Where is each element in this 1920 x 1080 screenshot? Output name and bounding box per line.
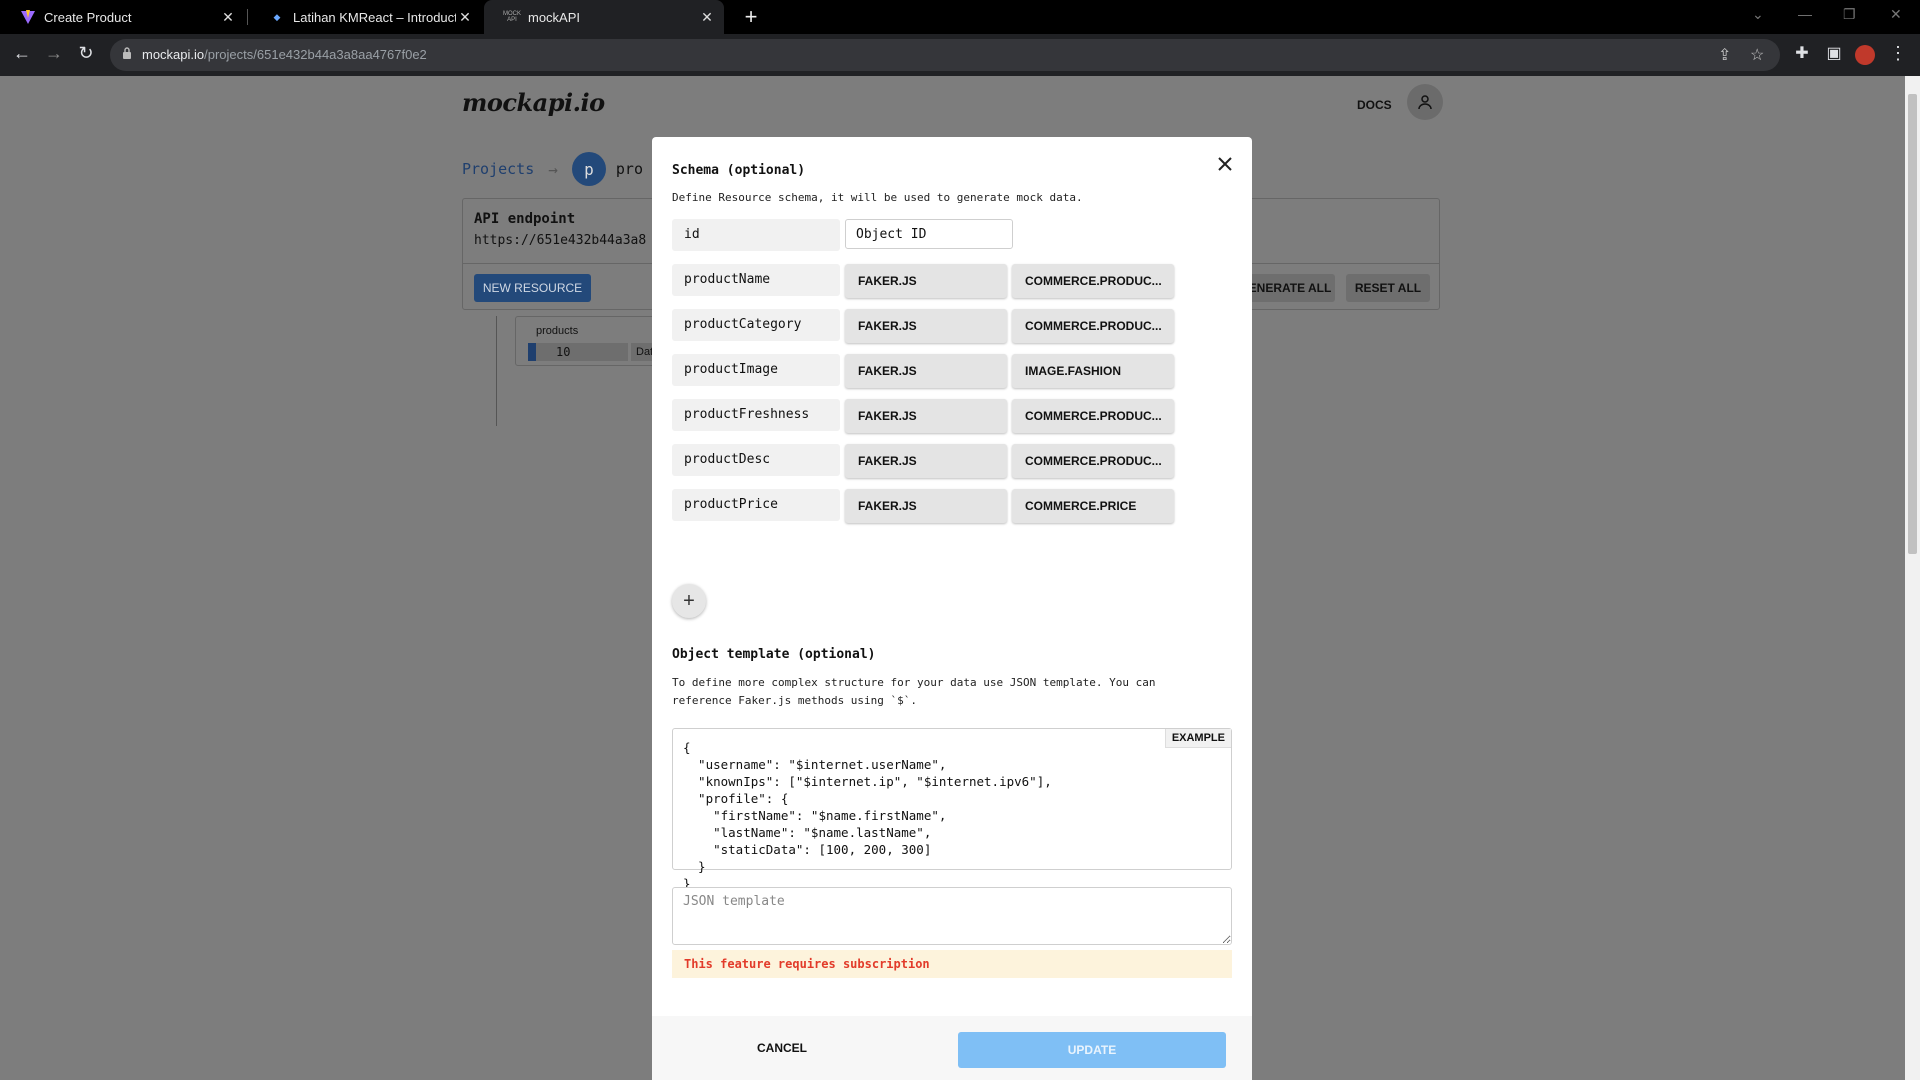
kampus-merdeka-icon: ◆: [273, 11, 281, 22]
field-name-input[interactable]: productPrice: [672, 489, 840, 521]
tab-title: Latihan KMReact – Introduction: [293, 9, 456, 25]
breadcrumb: Projects → p pro: [462, 152, 643, 186]
restore-icon[interactable]: ❐: [1843, 6, 1856, 23]
api-endpoint-title: API endpoint: [474, 211, 576, 227]
tab-separator: [247, 9, 248, 25]
resource-card[interactable]: products 10 Dat: [515, 316, 675, 366]
user-icon: [1418, 95, 1432, 110]
lock-icon: [123, 47, 131, 59]
method-select[interactable]: IMAGE.FASHION: [1012, 354, 1174, 388]
close-icon[interactable]: ✕: [219, 9, 237, 26]
update-button[interactable]: UPDATE: [958, 1032, 1226, 1068]
field-name-input[interactable]: productDesc: [672, 444, 840, 476]
reset-all-button[interactable]: RESET ALL: [1346, 274, 1430, 302]
generator-select[interactable]: FAKER.JS: [845, 354, 1007, 388]
resource-name: products: [536, 325, 579, 337]
modal-footer: CANCEL UPDATE: [652, 1016, 1252, 1080]
field-name-input[interactable]: productName: [672, 264, 840, 296]
generate-all-button[interactable]: ENERATE ALL: [1245, 274, 1335, 302]
generator-select[interactable]: FAKER.JS: [845, 309, 1007, 343]
close-icon[interactable]: ✕: [456, 9, 474, 26]
breadcrumb-project-name: pro: [615, 160, 643, 178]
window-close-icon[interactable]: ✕: [1890, 6, 1902, 23]
breadcrumb-projects-link[interactable]: Projects: [462, 160, 534, 178]
method-select[interactable]: COMMERCE.PRODUC...: [1012, 444, 1174, 478]
tab-mockapi[interactable]: MOCK API mockAPI ✕: [484, 0, 724, 34]
generator-select[interactable]: FAKER.JS: [845, 444, 1007, 478]
resource-count: 10: [556, 345, 571, 359]
arrow-right-icon: →: [548, 159, 558, 179]
schema-title: Schema (optional): [672, 163, 806, 178]
tab-create-product[interactable]: Create Product ✕: [0, 0, 245, 34]
cancel-button[interactable]: CANCEL: [732, 1032, 832, 1064]
generator-select[interactable]: FAKER.JS: [845, 264, 1007, 298]
id-type-select[interactable]: Object ID: [845, 219, 1013, 249]
generator-select[interactable]: FAKER.JS: [845, 399, 1007, 433]
slider-fill: [528, 343, 536, 361]
field-name-input[interactable]: id: [672, 219, 840, 251]
generator-select[interactable]: FAKER.JS: [845, 489, 1007, 523]
json-example-code: { "username": "$internet.userName", "kno…: [683, 740, 1052, 891]
tab-title: mockAPI: [528, 9, 581, 25]
url-text: mockapi.io/projects/651e432b44a3a8aa4767…: [142, 47, 427, 62]
browser-toolbar: ← → ↻ mockapi.io/projects/651e432b44a3a8…: [0, 34, 1920, 76]
user-avatar[interactable]: [1407, 84, 1443, 120]
tree-line: [496, 316, 497, 426]
vite-icon: [20, 9, 36, 25]
json-template-input[interactable]: [672, 887, 1232, 945]
field-name-input[interactable]: productFreshness: [672, 399, 840, 431]
tab-title: Create Product: [44, 9, 132, 25]
share-icon[interactable]: ⇪: [1718, 45, 1731, 65]
close-icon[interactable]: ✕: [698, 9, 716, 26]
example-badge: EXAMPLE: [1164, 729, 1231, 748]
schema-description: Define Resource schema, it will be used …: [672, 191, 1083, 204]
tab-latihan-kmreact[interactable]: ◆ Latihan KMReact – Introduction ✕: [249, 0, 482, 34]
mockapi-favicon-icon: MOCK API: [503, 11, 521, 23]
close-icon[interactable]: [1216, 155, 1234, 173]
object-template-title: Object template (optional): [672, 647, 876, 662]
subscription-warning: This feature requires subscription: [672, 950, 1232, 978]
profile-avatar-icon[interactable]: [1855, 45, 1875, 65]
reload-icon[interactable]: ↻: [74, 43, 98, 64]
page-scrollbar[interactable]: [1905, 76, 1920, 1080]
back-arrow-icon[interactable]: ←: [10, 43, 34, 64]
object-template-description: To define more complex structure for you…: [672, 676, 1156, 707]
field-name-input[interactable]: productImage: [672, 354, 840, 386]
new-tab-button[interactable]: +: [738, 4, 764, 30]
address-bar[interactable]: mockapi.io/projects/651e432b44a3a8aa4767…: [110, 39, 1780, 71]
resource-count-slider[interactable]: [528, 343, 628, 361]
tab-search-icon[interactable]: ⌄: [1752, 6, 1764, 23]
scrollbar-thumb[interactable]: [1908, 94, 1917, 554]
minimize-icon[interactable]: —: [1798, 6, 1812, 22]
method-select[interactable]: COMMERCE.PRICE: [1012, 489, 1174, 523]
project-avatar: p: [571, 152, 606, 186]
extensions-icon[interactable]: ✚: [1790, 43, 1814, 63]
browser-tab-bar: Create Product ✕ ◆ Latihan KMReact – Int…: [0, 0, 1920, 34]
json-example-box: { "username": "$internet.userName", "kno…: [672, 728, 1232, 891]
api-endpoint-url[interactable]: https://651e432b44a3a8: [474, 233, 646, 248]
resource-edit-modal: Schema (optional) Define Resource schema…: [652, 137, 1252, 1080]
site-logo[interactable]: mockapi.io: [462, 88, 605, 117]
docs-link[interactable]: DOCS: [1357, 98, 1392, 112]
new-resource-button[interactable]: NEW RESOURCE: [474, 274, 591, 302]
forward-arrow-icon[interactable]: →: [42, 43, 66, 64]
method-select[interactable]: COMMERCE.PRODUC...: [1012, 309, 1174, 343]
side-panel-icon[interactable]: ▣: [1822, 43, 1846, 63]
method-select[interactable]: COMMERCE.PRODUC...: [1012, 399, 1174, 433]
field-name-input[interactable]: productCategory: [672, 309, 840, 341]
bookmark-star-icon[interactable]: ☆: [1750, 45, 1764, 65]
add-field-button[interactable]: +: [672, 584, 706, 618]
menu-kebab-icon[interactable]: ⋮: [1886, 43, 1910, 64]
method-select[interactable]: COMMERCE.PRODUC...: [1012, 264, 1174, 298]
